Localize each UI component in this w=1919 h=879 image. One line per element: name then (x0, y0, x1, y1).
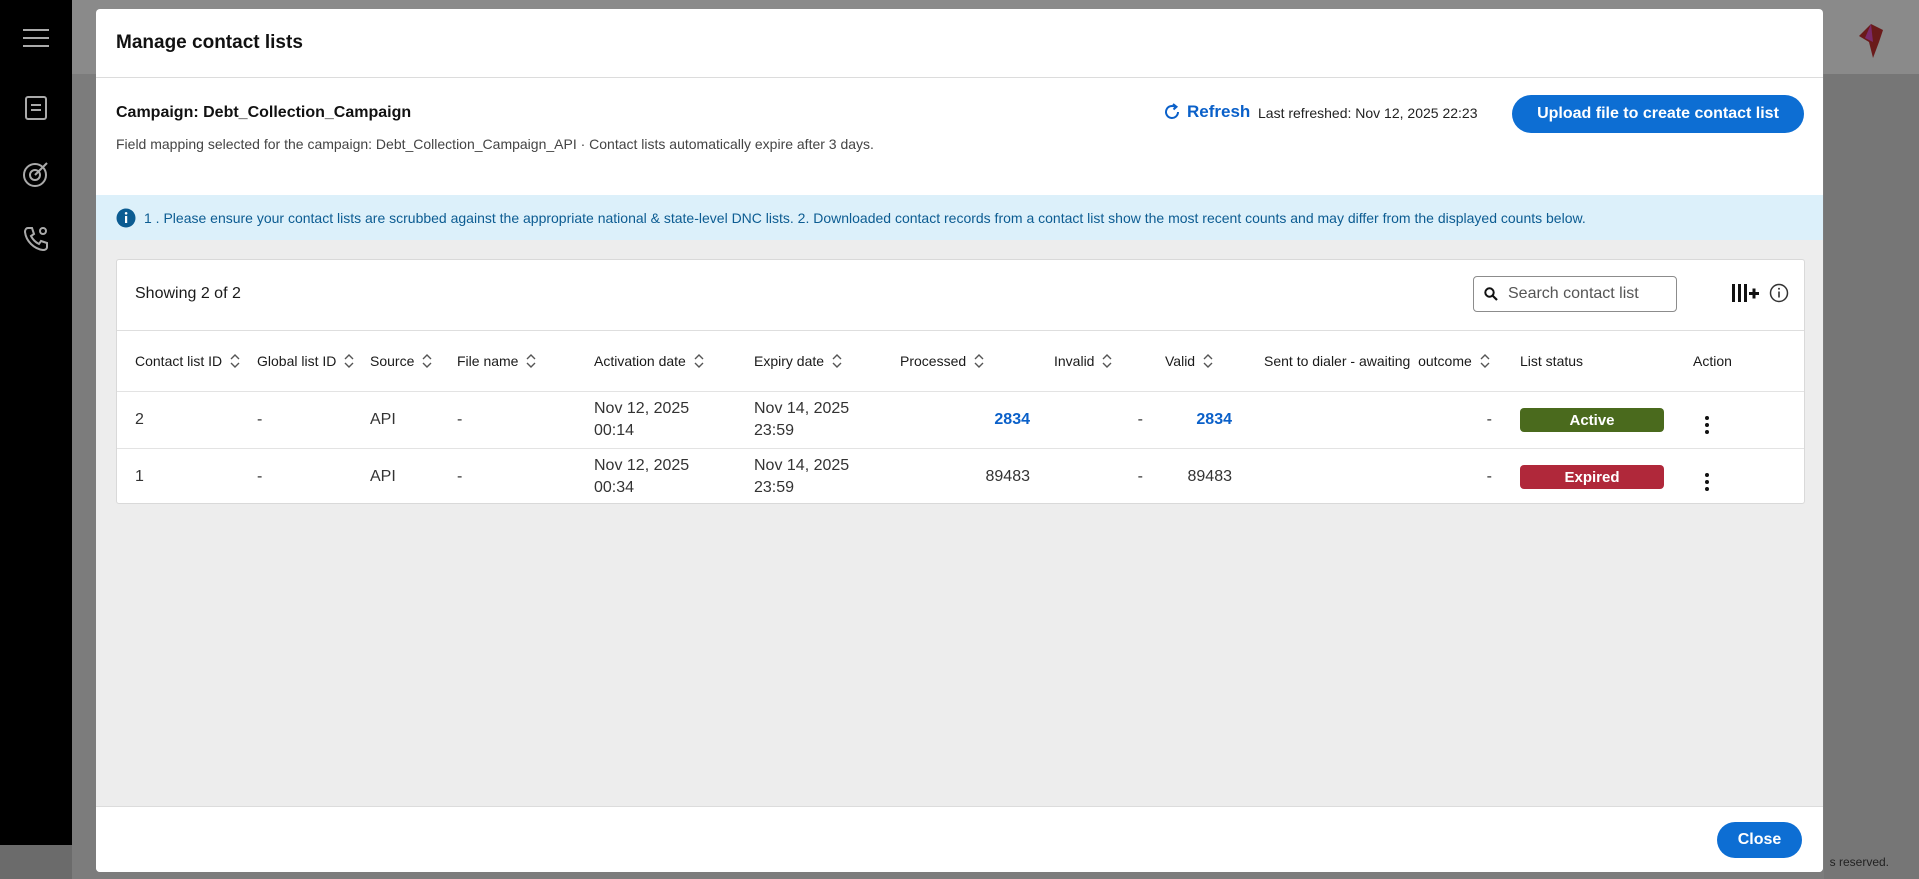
info-filled-icon (116, 208, 136, 227)
col-header-valid[interactable]: Valid (1155, 331, 1244, 392)
campaign-name: Campaign: Debt_Collection_Campaign (116, 104, 412, 121)
upload-file-button[interactable]: Upload file to create contact list (1512, 95, 1804, 133)
cell-invalid: - (1042, 391, 1155, 449)
processed-link[interactable]: 2834 (994, 411, 1030, 428)
col-header-list-status: List status (1504, 331, 1679, 392)
col-header-sent-to-dialer[interactable]: Sent to dialer - awaiting outcome (1244, 331, 1504, 392)
more-options-icon[interactable] (1697, 415, 1717, 434)
col-header-invalid[interactable]: Invalid (1042, 331, 1155, 392)
cell-list-status: Active (1504, 391, 1679, 449)
cell-activation-date: Nov 12, 2025 00:14 (590, 391, 750, 449)
field-mapping-text: Field mapping selected for the campaign:… (116, 136, 874, 152)
valid-link[interactable]: 2834 (1196, 411, 1232, 428)
cell-list-status: Expired (1504, 449, 1679, 506)
cell-processed: 2834 (896, 391, 1042, 449)
contact-list-table: Contact list ID Global list ID Source Fi… (117, 331, 1804, 505)
refresh-label: Refresh (1187, 102, 1251, 121)
content-area: Showing 2 of 2 Search contact list Conta… (96, 240, 1823, 806)
list-document-icon[interactable] (20, 92, 52, 124)
manage-contact-lists-modal: Manage contact lists Campaign: Debt_Coll… (96, 9, 1823, 872)
footer-copyright: s reserved. (1829, 855, 1889, 869)
cell-processed: 89483 (985, 468, 1031, 485)
info-outline-icon[interactable] (1769, 283, 1789, 308)
sort-icon (1102, 354, 1112, 368)
modal-header: Manage contact lists (96, 9, 1823, 78)
refresh-button[interactable]: Refresh (1163, 102, 1250, 122)
col-header-global-list-id[interactable]: Global list ID (249, 331, 366, 392)
modal-title: Manage contact lists (116, 32, 303, 53)
sort-icon (526, 354, 536, 368)
cell-expiry-date: Nov 14, 2025 23:59 (754, 457, 850, 496)
cell-file-name: - (457, 468, 463, 485)
cell-expiry-date: Nov 14, 2025 23:59 (750, 391, 896, 449)
sort-icon (832, 354, 842, 368)
sort-icon (344, 354, 354, 368)
cell-valid: 89483 (1187, 468, 1233, 485)
cell-contact-list-id: 2 (117, 391, 249, 449)
cell-contact-list-id: 1 (135, 468, 144, 485)
sort-icon (694, 354, 704, 368)
cell-activation-date: Nov 12, 2025 00:34 (594, 457, 690, 496)
status-badge: Active (1520, 408, 1664, 432)
last-refreshed-text: Last refreshed: Nov 12, 2025 22:23 (1258, 105, 1478, 121)
more-options-icon[interactable] (1697, 472, 1717, 491)
campaign-info: Campaign: Debt_Collection_Campaign Field… (96, 78, 1823, 204)
sort-icon (1480, 354, 1490, 368)
search-icon (1484, 287, 1498, 301)
sort-icon (230, 354, 240, 368)
cell-global-list-id: - (249, 391, 366, 449)
cell-sent-to-dialer: - (1486, 468, 1492, 485)
table-toolbar: Showing 2 of 2 (117, 260, 1804, 331)
cell-action (1679, 449, 1804, 506)
info-banner: 1 . Please ensure your contact lists are… (96, 195, 1823, 240)
cell-global-list-id: - (257, 468, 263, 485)
refresh-icon (1165, 103, 1179, 119)
modal-footer: Close (96, 806, 1823, 872)
col-header-activation-date[interactable]: Activation date (590, 331, 750, 392)
col-header-contact-list-id[interactable]: Contact list ID (117, 331, 249, 392)
col-header-source[interactable]: Source (366, 331, 453, 392)
info-banner-text: 1 . Please ensure your contact lists are… (144, 209, 1586, 226)
col-header-file-name[interactable]: File name (453, 331, 590, 392)
cell-action (1679, 391, 1804, 449)
sort-icon (1203, 354, 1213, 368)
column-settings-icon[interactable] (1731, 282, 1759, 309)
col-header-action: Action (1679, 331, 1804, 392)
showing-count: Showing 2 of 2 (135, 285, 241, 302)
cell-sent-to-dialer: - (1244, 391, 1504, 449)
contact-list-table-card: Showing 2 of 2 Search contact list Conta… (116, 259, 1805, 504)
status-badge: Expired (1520, 465, 1664, 489)
cell-source: API (366, 391, 453, 449)
col-header-processed[interactable]: Processed (896, 331, 1042, 392)
brand-logo-icon (1853, 20, 1889, 65)
cell-valid: 2834 (1155, 391, 1244, 449)
col-header-expiry-date[interactable]: Expiry date (750, 331, 896, 392)
target-icon[interactable] (20, 158, 52, 190)
sort-icon (422, 354, 432, 368)
search-input[interactable] (1506, 284, 1670, 304)
search-box[interactable] (1473, 276, 1677, 312)
app-right-panel (1824, 74, 1919, 879)
hamburger-menu-icon[interactable] (20, 22, 52, 54)
cell-invalid: - (1137, 468, 1143, 485)
phone-settings-icon[interactable] (20, 222, 52, 254)
table-row: 1 - API - Nov 12, 2025 00:34 Nov 14, 2025… (117, 449, 1804, 506)
table-row: 2 - API - Nov 12, 2025 00:14 Nov 14, 2025… (117, 391, 1804, 449)
cell-source: API (370, 468, 396, 485)
app-sidebar (0, 0, 72, 845)
cell-file-name: - (453, 391, 590, 449)
sort-icon (974, 354, 984, 368)
close-button[interactable]: Close (1717, 822, 1802, 858)
table-header-row: Contact list ID Global list ID Source Fi… (117, 331, 1804, 392)
